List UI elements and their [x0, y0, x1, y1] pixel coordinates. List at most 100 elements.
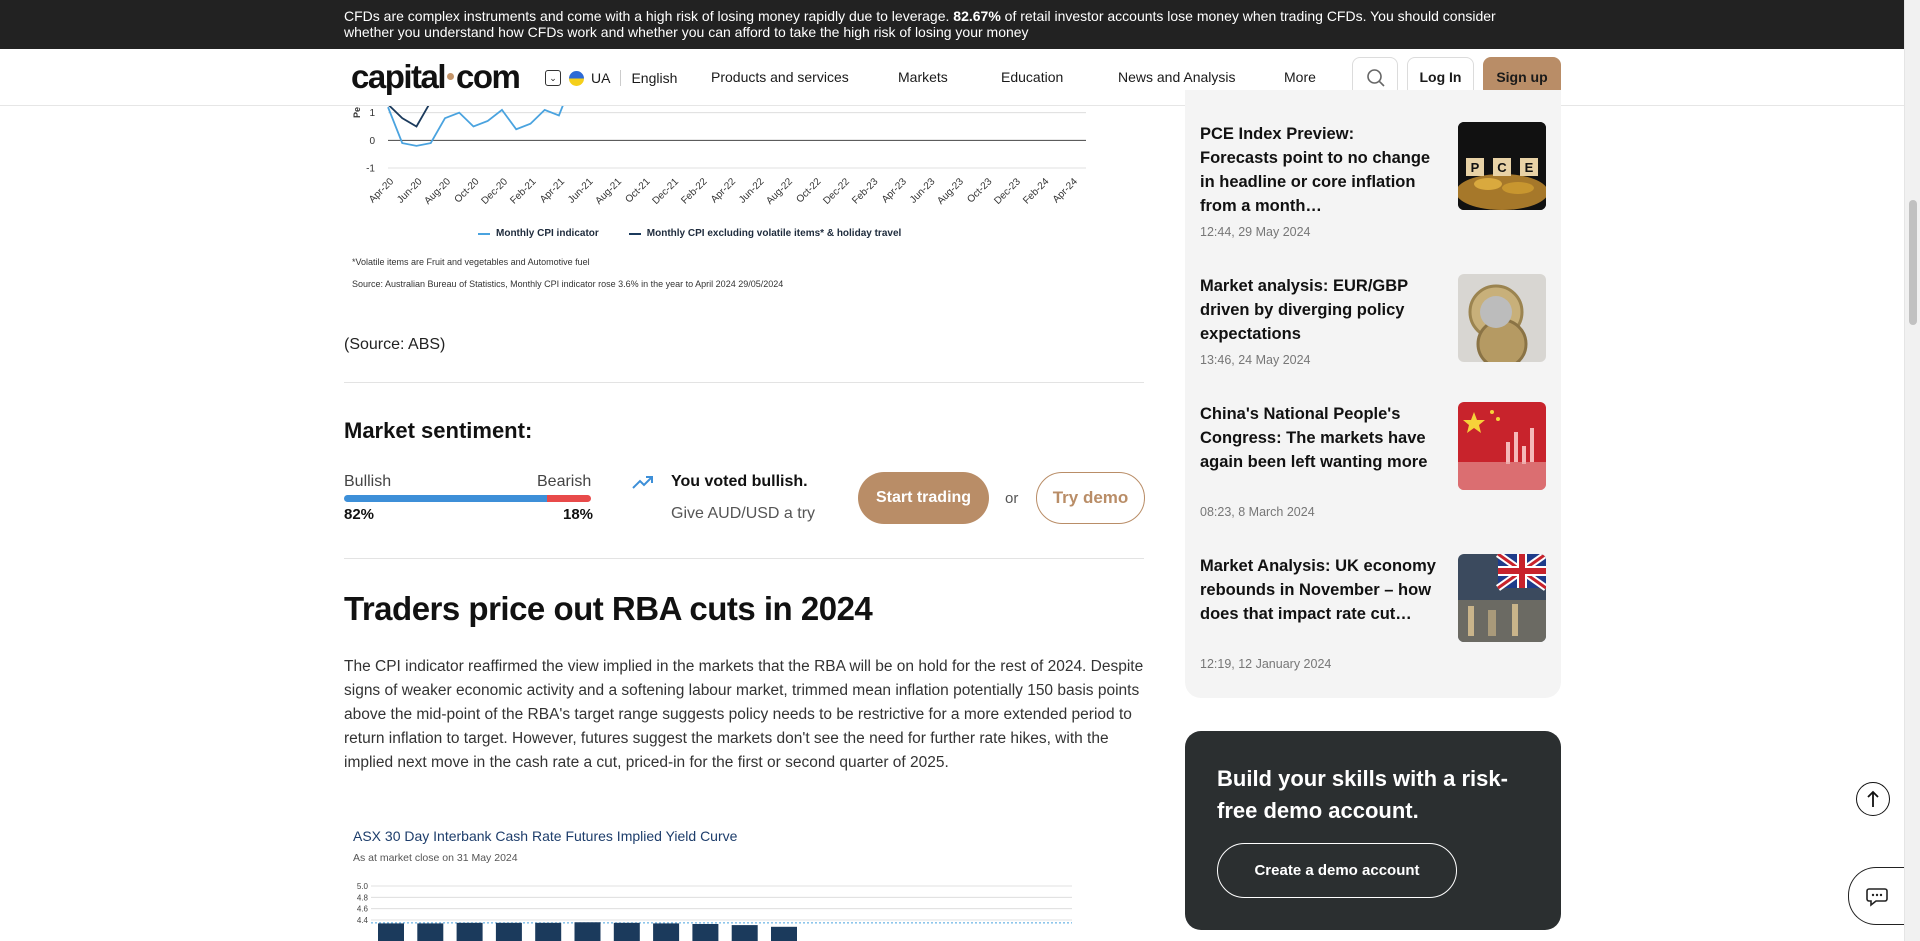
search-icon — [1367, 69, 1385, 87]
bearish-bar — [547, 495, 591, 502]
yield-curve-chart-subtitle: As at market close on 31 May 2024 — [353, 852, 518, 864]
y-tick-label: -1 — [366, 164, 375, 175]
ukraine-flag-icon — [569, 70, 584, 86]
country-code: UA — [591, 70, 611, 86]
source-text: (Source: ABS) — [344, 336, 446, 353]
sidebar-article-china[interactable]: China's National People's Congress: The … — [1200, 402, 1546, 527]
chat-button[interactable] — [1848, 867, 1904, 925]
x-tick-label: Oct-22 — [794, 176, 823, 205]
legend-swatch — [478, 232, 490, 235]
nav-education[interactable]: Education — [1001, 69, 1063, 85]
nav-news-and-analysis[interactable]: News and Analysis — [1118, 69, 1236, 85]
x-tick-label: Dec-20 — [479, 176, 510, 207]
sentiment-title: Market sentiment: — [344, 418, 533, 443]
svg-text:C: C — [1497, 160, 1507, 175]
x-tick-label: Feb-21 — [508, 176, 538, 206]
bullish-percent: 82% — [344, 506, 375, 523]
x-tick-label: Aug-21 — [593, 176, 624, 207]
section-heading: Traders price out RBA cuts in 2024 — [344, 590, 873, 627]
article-thumbnail[interactable] — [1458, 274, 1546, 362]
yield-bar — [456, 922, 483, 941]
x-tick-label: Apr-24 — [1051, 176, 1080, 205]
legend-item: Monthly CPI excluding volatile items* & … — [628, 228, 902, 239]
divider — [620, 70, 622, 86]
x-tick-label: Dec-23 — [992, 176, 1023, 207]
arrow-up-icon — [1867, 790, 1879, 807]
article-thumbnail[interactable]: P C E — [1458, 122, 1546, 210]
or-text: or — [1005, 490, 1019, 507]
article-thumbnail[interactable] — [1458, 554, 1546, 642]
scrollbar-thumb[interactable] — [1909, 200, 1917, 325]
yield-curve-bar-chart: 5.0 4.8 4.6 4.4 — [357, 882, 1072, 941]
page-scrollbar[interactable] — [1904, 0, 1920, 941]
demo-promo-title: Build your skills with a risk-free demo … — [1217, 766, 1508, 823]
divider — [344, 558, 1144, 559]
pce-coins-image: P C E — [1458, 122, 1546, 210]
y-axis-label: Pe — [352, 107, 362, 118]
article-thumbnail[interactable] — [1458, 402, 1546, 490]
x-tick-label: Apr-20 — [367, 176, 396, 205]
sidebar-article-uk[interactable]: Market Analysis: UK economy rebounds in … — [1200, 554, 1546, 679]
scroll-to-top-button[interactable] — [1856, 782, 1890, 816]
x-tick-label: Aug-22 — [764, 176, 795, 207]
chevron-down-icon: ⌄ — [545, 70, 561, 86]
trending-up-icon — [632, 476, 653, 489]
capital-com-logo[interactable]: capital com — [351, 59, 521, 95]
divider — [344, 382, 1144, 383]
article-date: 12:44, 29 May 2024 — [1200, 225, 1311, 239]
bearish-label: Bearish — [537, 473, 592, 490]
yield-bar — [535, 922, 562, 941]
legend-label: Monthly CPI indicator — [496, 228, 599, 239]
chart-source-line: Source: Australian Bureau of Statistics,… — [352, 279, 784, 289]
bullish-label: Bullish — [344, 473, 392, 490]
x-tick-label: Jun-20 — [395, 176, 425, 206]
legend-item: Monthly CPI indicator — [478, 228, 599, 239]
sidebar-article-eurgbp[interactable]: Market analysis: EUR/GBP driven by diver… — [1200, 274, 1546, 374]
y-tick-label: 5.0 — [357, 882, 369, 891]
yield-bar — [417, 923, 444, 941]
yield-bar — [731, 925, 758, 941]
nav-more[interactable]: More — [1284, 69, 1316, 85]
x-tick-label: Feb-22 — [679, 176, 709, 206]
x-tick-label: Dec-21 — [650, 176, 681, 207]
x-tick-label: Dec-22 — [821, 176, 852, 207]
article-date: 08:23, 8 March 2024 — [1200, 505, 1315, 519]
nav-markets[interactable]: Markets — [898, 69, 948, 85]
yield-bar — [495, 922, 522, 941]
article-title[interactable]: PCE Index Preview: Forecasts point to no… — [1200, 122, 1436, 218]
x-tick-label: Apr-21 — [538, 176, 567, 205]
svg-text:E: E — [1525, 160, 1534, 175]
try-demo-button[interactable]: Try demo — [1036, 472, 1145, 524]
article-title[interactable]: Market Analysis: UK economy rebounds in … — [1200, 554, 1436, 626]
voted-text: You voted bullish. — [671, 473, 808, 490]
yield-curve-chart-title: ASX 30 Day Interbank Cash Rate Futures I… — [353, 828, 738, 844]
y-tick-label: 4.8 — [357, 893, 369, 902]
yield-bar — [771, 926, 797, 941]
legend-swatch — [628, 232, 641, 235]
x-tick-label: Oct-20 — [453, 176, 482, 205]
yield-bar — [692, 923, 719, 941]
x-tick-label: Oct-21 — [624, 176, 653, 205]
create-demo-account-button[interactable]: Create a demo account — [1217, 843, 1457, 898]
language-selector[interactable]: ⌄ UA English — [545, 69, 677, 87]
x-tick-label: Aug-23 — [935, 176, 966, 207]
x-tick-label: Oct-23 — [965, 176, 994, 205]
svg-text:P: P — [1471, 160, 1480, 175]
risk-warning-banner: CFDs are complex instruments and come wi… — [0, 0, 1904, 49]
x-tick-label: Apr-23 — [880, 176, 909, 205]
chat-icon — [1866, 888, 1888, 907]
x-tick-label: Aug-20 — [423, 176, 454, 207]
uk-flag-city-image — [1458, 554, 1546, 642]
nav-products-and-services[interactable]: Products and services — [711, 69, 849, 85]
x-tick-label: Feb-23 — [850, 176, 880, 206]
article-title[interactable]: Market analysis: EUR/GBP driven by diver… — [1200, 274, 1436, 346]
y-tick-label: 4.4 — [357, 916, 369, 925]
article-title[interactable]: China's National People's Congress: The … — [1200, 402, 1436, 474]
give-try-text: Give AUD/USD a try — [671, 505, 816, 522]
chart-footnote: *Volatile items are Fruit and vegetables… — [352, 257, 590, 267]
sidebar-article-pce[interactable]: PCE Index Preview: Forecasts point to no… — [1200, 122, 1546, 247]
x-tick-label: Feb-24 — [1021, 176, 1051, 206]
legend-label: Monthly CPI excluding volatile items* & … — [646, 228, 902, 239]
x-tick-label: Jun-22 — [737, 176, 767, 206]
start-trading-button[interactable]: Start trading — [858, 472, 989, 524]
